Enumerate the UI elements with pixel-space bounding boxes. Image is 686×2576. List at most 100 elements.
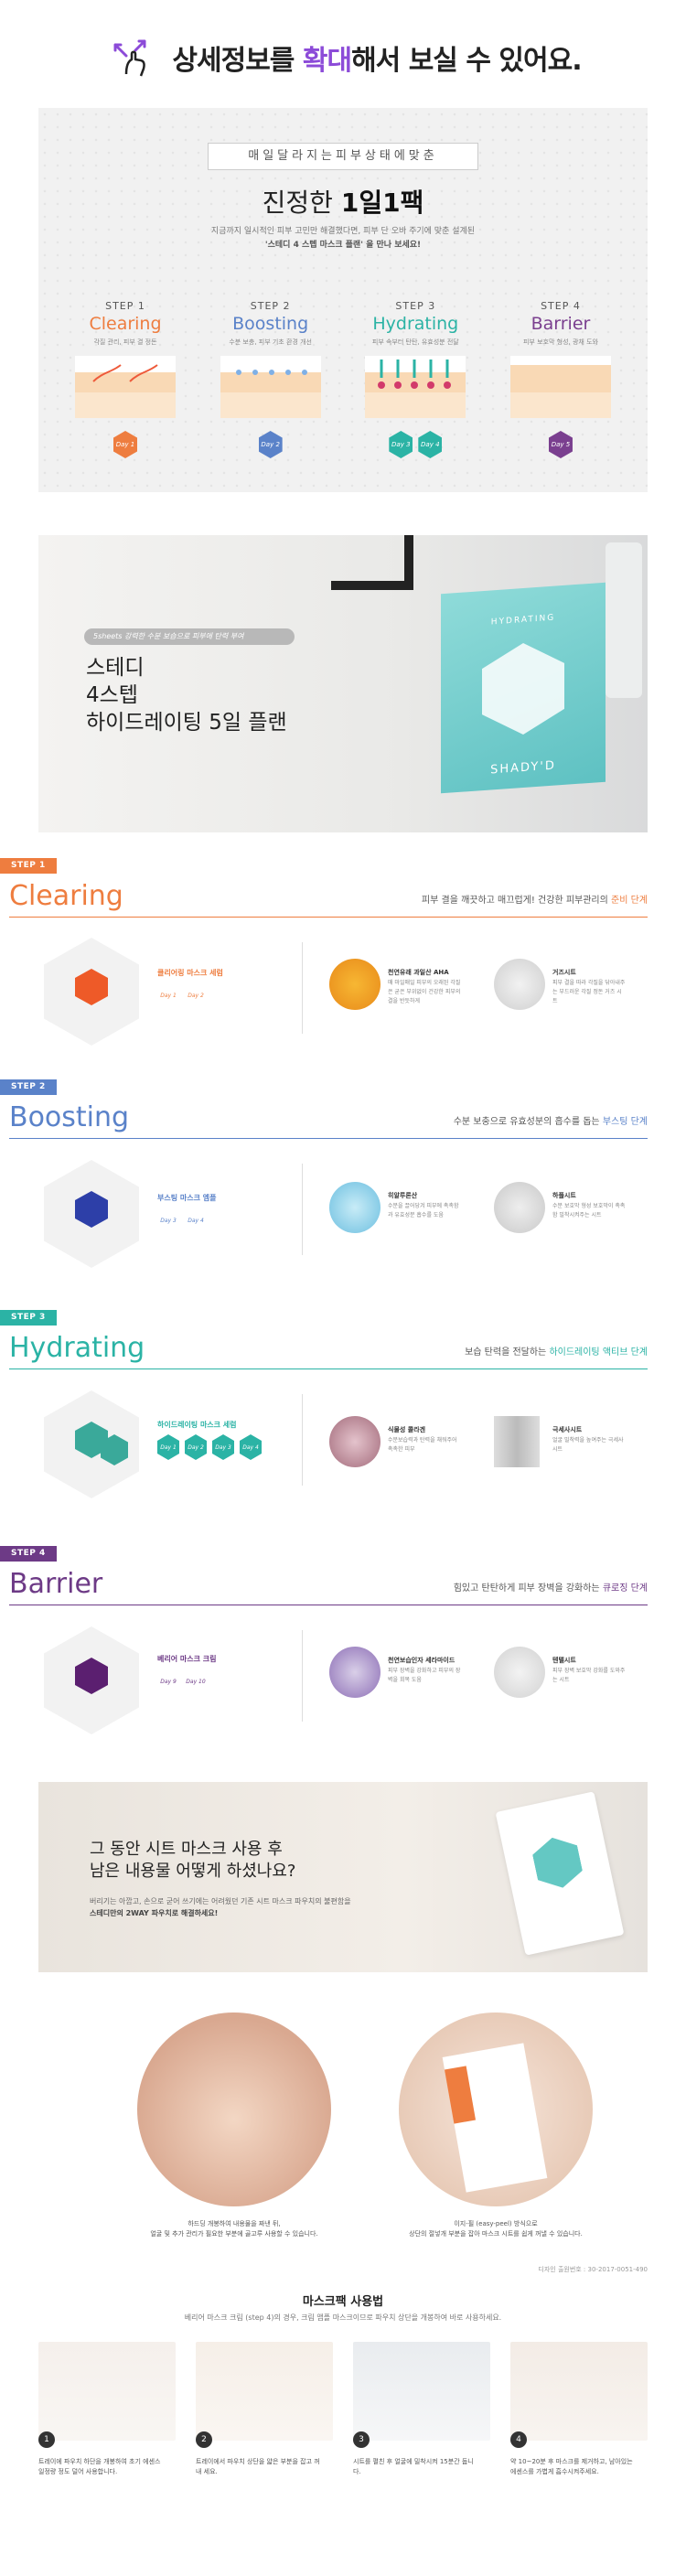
- skin-illustration: [509, 356, 611, 418]
- hands-photo: [137, 2012, 331, 2206]
- product-card: [44, 1626, 139, 1734]
- step-text: 약 10~20분 후 마스크를 제거하고, 남아있는 에센스를 가볍게 흡수시켜…: [510, 2458, 633, 2475]
- skin-illustration: [365, 356, 466, 418]
- product-name: 하이드레이팅 마스크 세럼: [157, 1421, 237, 1429]
- product-box-image: HYDRATING SHADY'D: [441, 582, 606, 794]
- question-headline: 그 동안 시트 마스크 사용 후 남은 내용물 어떻게 하셨나요?: [90, 1840, 296, 1881]
- mask-sheet-photo: [399, 2012, 593, 2206]
- step-name: Hydrating: [9, 1332, 145, 1364]
- zoom-hint-banner: 상세정보를 확대해서 보실 수 있어요.: [0, 26, 686, 90]
- day-badge: Day 1: [113, 431, 137, 458]
- ingredient-desc: 얼굴 밀착력을 높여주는 극세사 시트: [552, 1437, 624, 1453]
- divider: [302, 1630, 303, 1722]
- step-name: Clearing: [9, 880, 123, 912]
- product-name: 클리어링 마스크 세럼: [157, 969, 223, 977]
- day-badge: Day 1: [157, 1434, 179, 1460]
- step-number: 4: [510, 2431, 527, 2448]
- microfiber-sheet-icon: [494, 1416, 540, 1467]
- step-tag: STEP 2: [0, 1079, 57, 1095]
- step-description: 피부 결을 깨끗하고 매끄럽게! 건강한 피부관리의 준비 단계: [421, 896, 648, 906]
- pinch-zoom-icon: [113, 39, 146, 77]
- usage-guide-steps: 1 트레이에 파우치 하단을 개봉하여 초기 에센스 일정량 정도 덜어 사용합…: [38, 2342, 648, 2525]
- usage-step-image: [38, 2342, 176, 2441]
- ingredient-name: 천연유래 과일산 AHA: [388, 969, 449, 976]
- tencel-sheet-icon: [494, 1647, 545, 1698]
- ingredient-desc: 피부 장벽을 강화하고 피부의 장벽을 회복 도움: [388, 1668, 461, 1683]
- usage-guide-desc: 베리어 마스크 크림 (step 4)의 경우, 크림 앰플 마스크이므로 파우…: [184, 2313, 502, 2322]
- step-description: 수분 보충으로 유효성분의 흡수를 돕는 부스팅 단계: [453, 1117, 648, 1127]
- step-name: Boosting: [9, 1101, 130, 1133]
- day-badge: Day 4: [185, 1208, 207, 1233]
- absorb-arrows-icon: [378, 360, 452, 389]
- exfoliate-arrows-icon: [92, 364, 158, 382]
- usage-step-image: [510, 2342, 648, 2441]
- ingredient-name: 하플시트: [552, 1192, 576, 1199]
- day-badge: Day 10: [185, 1669, 207, 1694]
- day-badge: Day 2: [258, 431, 283, 458]
- step-text: 트레이에 파우치 하단을 개봉하여 초기 에센스 일정량 정도 덜어 사용합니다…: [38, 2458, 161, 2475]
- day-badge: Day 3: [389, 431, 413, 458]
- step-overview: STEP 1 Clearing 각질 관리, 피부 결 정돈 Day 1 STE…: [66, 300, 620, 483]
- caption-left: 하드딩 개봉하여 내용물을 짜낸 뒤, 얼굴 및 추가 관리가 필요한 부분에 골…: [150, 2220, 318, 2238]
- question-description: 버리기는 아깝고, 손으로 굳어 쓰기에는 어려웠던 기존 시트 마스크 파우치…: [90, 1897, 351, 1917]
- day-badge: Day 3: [157, 1208, 179, 1233]
- step-text: 시트를 펼친 후 얼굴에 밀착시켜 15분간 둡니다.: [353, 2458, 474, 2475]
- fruit-acid-icon: [329, 959, 381, 1010]
- ingredient-name: 극세사시트: [552, 1426, 583, 1433]
- ingredient-name: 텐텔시트: [552, 1657, 576, 1664]
- day-badge: Day 9: [157, 1669, 179, 1694]
- day-badge: Day 5: [548, 431, 573, 458]
- skin-illustration: [75, 356, 176, 418]
- step-number: 1: [38, 2431, 55, 2448]
- ingredient-desc: 피부 결을 따라 각질을 닦아내주는 부드러운 각질 정돈 거즈 시트: [552, 980, 626, 1004]
- product-card: [44, 1160, 139, 1268]
- zoom-hint-text: 상세정보를 확대해서 보실 수 있어요.: [172, 45, 582, 77]
- step-overview-item: STEP 4 Barrier 피부 보호막 형성, 광채 도와 Day 5: [501, 300, 620, 483]
- step-tag: STEP 3: [0, 1310, 57, 1326]
- ingredient-desc: 매 마일매일 피부의 오래된 각질은 굳은 부위없이 건강한 피부의 결을 반듯…: [388, 980, 461, 1004]
- step-overview-item: STEP 2 Boosting 수분 보충, 피부 기초 환경 개선 Day 2: [211, 300, 330, 483]
- usage-step: 2 트레이에서 파우치 상단을 얇은 부분을 잡고 꺼내 세요.: [196, 2342, 333, 2525]
- step-tag: STEP 1: [0, 858, 57, 874]
- day-badge: Day 1: [157, 982, 179, 1008]
- product-headline: 스테디 4스텝 하이드레이팅 5일 플랜: [86, 656, 287, 735]
- step-overview-item: STEP 3 Hydrating 피부 속부터 탄탄, 유효성분 전달 Day …: [356, 300, 475, 483]
- day-badge: Day 4: [240, 1434, 262, 1460]
- usage-step: 1 트레이에 파우치 하단을 개봉하여 초기 에센스 일정량 정도 덜어 사용합…: [38, 2342, 176, 2525]
- ingredient-desc: 피부 장벽 보호막 강화를 도와주는 시트: [552, 1668, 626, 1683]
- ingredient-desc: 수분을 끌어당겨 피부에 촉촉함과 유효성분 흡수를 도움: [388, 1203, 459, 1218]
- ingredient-name: 거즈시트: [552, 969, 576, 976]
- hyaluronic-icon: [329, 1182, 381, 1233]
- caption-right: 이지-필 (easy-peel) 방식으로 상단의 절넣개 부분을 잡아 마스크 …: [409, 2220, 583, 2238]
- water-drops-icon: [235, 370, 307, 375]
- faucet-image: [331, 535, 413, 590]
- ceramide-icon: [329, 1647, 381, 1698]
- usage-step-image: [353, 2342, 490, 2441]
- divider: [9, 1368, 648, 1369]
- usage-step: 3 시트를 펼친 후 얼굴에 밀착시켜 15분간 둡니다.: [353, 2342, 490, 2525]
- product-tagline: 5sheets 강력한 수분 보습으로 피부에 탄력 부여: [84, 628, 295, 645]
- usage-step-image: [196, 2342, 333, 2441]
- product-name: 부스팅 마스크 엠플: [157, 1194, 217, 1202]
- divider: [9, 1138, 648, 1139]
- pouch-question-banner: 그 동안 시트 마스크 사용 후 남은 내용물 어떻게 하셨나요? 버리기는 아…: [38, 1782, 648, 1972]
- hero-kicker: 매일달라지는피부상태에맞춘: [208, 143, 478, 170]
- step-name: Barrier: [9, 1568, 103, 1600]
- usage-guide-title: 마스크팩 사용법: [302, 2295, 384, 2309]
- step-tag: STEP 4: [0, 1546, 57, 1562]
- ingredient-name: 식물성 콜라겐: [388, 1426, 426, 1433]
- ingredient-desc: 수분보습력과 탄력을 채워주어 촉촉한 피부: [388, 1437, 457, 1453]
- step-text: 트레이에서 파우치 상단을 얇은 부분을 잡고 꺼내 세요.: [196, 2458, 320, 2475]
- ingredient-name: 히알루론산: [388, 1192, 418, 1199]
- bottle-image: [606, 542, 642, 698]
- divider: [302, 942, 303, 1034]
- product-name: 베리어 마스크 크림: [157, 1655, 217, 1663]
- day-badge: Day 3: [212, 1434, 234, 1460]
- step-description: 보습 탄력을 전달하는 하이드레이팅 액티브 단계: [465, 1347, 648, 1358]
- step-number: 3: [353, 2431, 370, 2448]
- usage-step: 4 약 10~20분 후 마스크를 제거하고, 남아있는 에센스를 가볍게 흡수…: [510, 2342, 648, 2525]
- hero-section: 매일달라지는피부상태에맞춘 진정한 1일1팩 지금까지 일시적인 피부 고민만 …: [38, 108, 648, 492]
- ingredient-name: 천연보습인자 세라마이드: [388, 1657, 456, 1664]
- divider: [302, 1164, 303, 1255]
- mask-pouch-image: [495, 1791, 625, 1956]
